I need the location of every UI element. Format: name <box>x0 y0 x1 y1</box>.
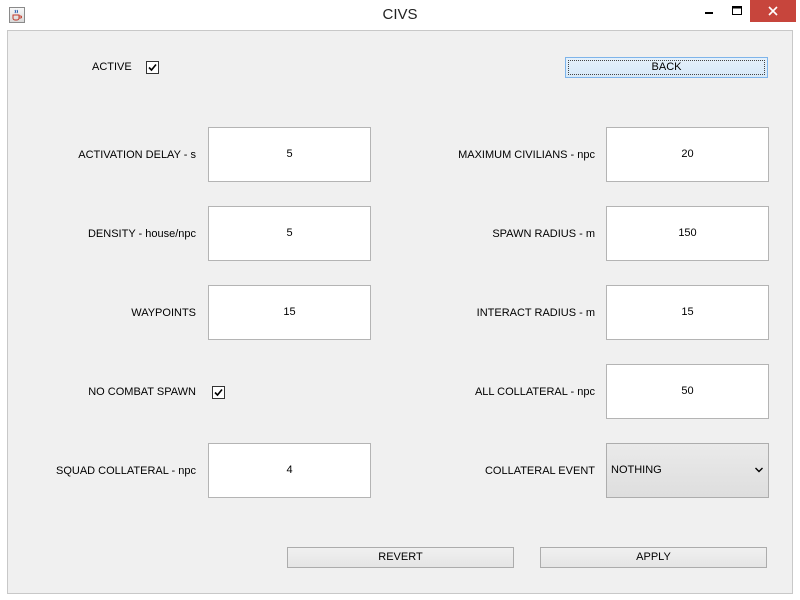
close-button[interactable] <box>750 0 796 22</box>
density-field[interactable]: 5 <box>208 206 371 261</box>
back-button[interactable]: BACK <box>565 57 768 78</box>
minimize-button[interactable] <box>694 0 724 22</box>
apply-button-label: APPLY <box>636 551 671 563</box>
focus-ring <box>568 60 765 75</box>
civs-window: CIVS ACTIVE BACK ACTIVATION DELAY - s 5 … <box>0 0 800 600</box>
activation-delay-field[interactable]: 5 <box>208 127 371 182</box>
no-combat-spawn-checkbox[interactable] <box>212 386 225 399</box>
interact-radius-field[interactable]: 15 <box>606 285 769 340</box>
window-title: CIVS <box>382 6 418 23</box>
no-combat-spawn-label: NO COMBAT SPAWN <box>88 386 196 398</box>
interact-radius-label: INTERACT RADIUS - m <box>476 307 595 319</box>
settings-panel: ACTIVE BACK ACTIVATION DELAY - s 5 DENSI… <box>7 30 793 594</box>
waypoints-label: WAYPOINTS <box>131 307 196 319</box>
active-checkbox[interactable] <box>146 61 159 74</box>
revert-button[interactable]: REVERT <box>287 547 514 568</box>
density-label: DENSITY - house/npc <box>87 228 196 240</box>
waypoints-field[interactable]: 15 <box>208 285 371 340</box>
chevron-down-icon <box>755 467 763 473</box>
spawn-radius-field[interactable]: 150 <box>606 206 769 261</box>
revert-button-label: REVERT <box>378 551 423 563</box>
maximize-button[interactable] <box>724 0 750 22</box>
all-collateral-label: ALL COLLATERAL - npc <box>474 386 595 398</box>
all-collateral-field[interactable]: 50 <box>606 364 769 419</box>
collateral-event-value: NOTHING <box>611 464 662 476</box>
maximize-icon <box>732 6 742 16</box>
squad-collateral-label: SQUAD COLLATERAL - npc <box>56 465 196 477</box>
maximum-civilians-label: MAXIMUM CIVILIANS - npc <box>458 149 595 161</box>
checkmark-icon <box>214 388 223 397</box>
squad-collateral-field[interactable]: 4 <box>208 443 371 498</box>
title-bar: CIVS <box>0 0 800 30</box>
activation-delay-label: ACTIVATION DELAY - s <box>78 149 196 161</box>
spawn-radius-label: SPAWN RADIUS - m <box>492 228 595 240</box>
checkmark-icon <box>148 63 157 72</box>
collateral-event-label: COLLATERAL EVENT <box>484 465 595 477</box>
active-label: ACTIVE <box>92 61 132 73</box>
collateral-event-select[interactable]: NOTHING <box>606 443 769 498</box>
maximum-civilians-field[interactable]: 20 <box>606 127 769 182</box>
apply-button[interactable]: APPLY <box>540 547 767 568</box>
minimize-icon <box>705 12 713 15</box>
close-icon <box>768 6 778 16</box>
